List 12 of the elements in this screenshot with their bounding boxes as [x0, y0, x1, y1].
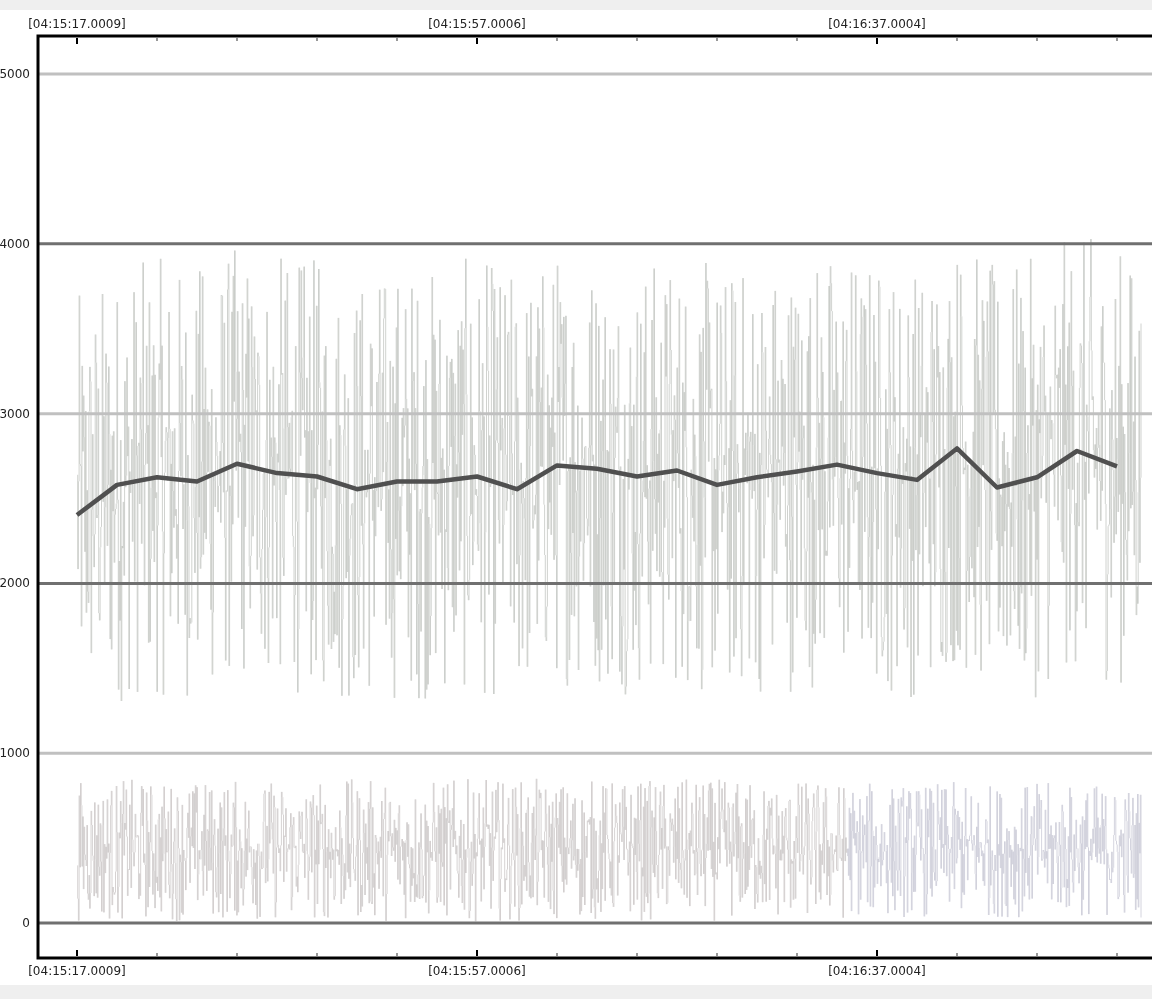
time-label: [04:15:17.0009] — [28, 17, 126, 31]
x-axis-label: [04:15:17.0009] — [28, 964, 126, 978]
y-axis-label: 4000 — [0, 236, 30, 251]
x-axis-label: [04:15:57.0006] — [428, 964, 526, 978]
y-axis-label: 1000 — [0, 746, 30, 761]
x-axis-label: [04:16:37.0004] — [828, 964, 926, 978]
time-label: [04:16:37.0004] — [828, 17, 926, 31]
y-axis-label: 5000 — [0, 67, 30, 82]
y-axis-label: 3000 — [0, 406, 30, 421]
y-axis-label: 2000 — [0, 576, 30, 591]
time-label: [04:15:57.0006] — [428, 17, 526, 31]
y-axis-label: 0 — [22, 916, 30, 930]
